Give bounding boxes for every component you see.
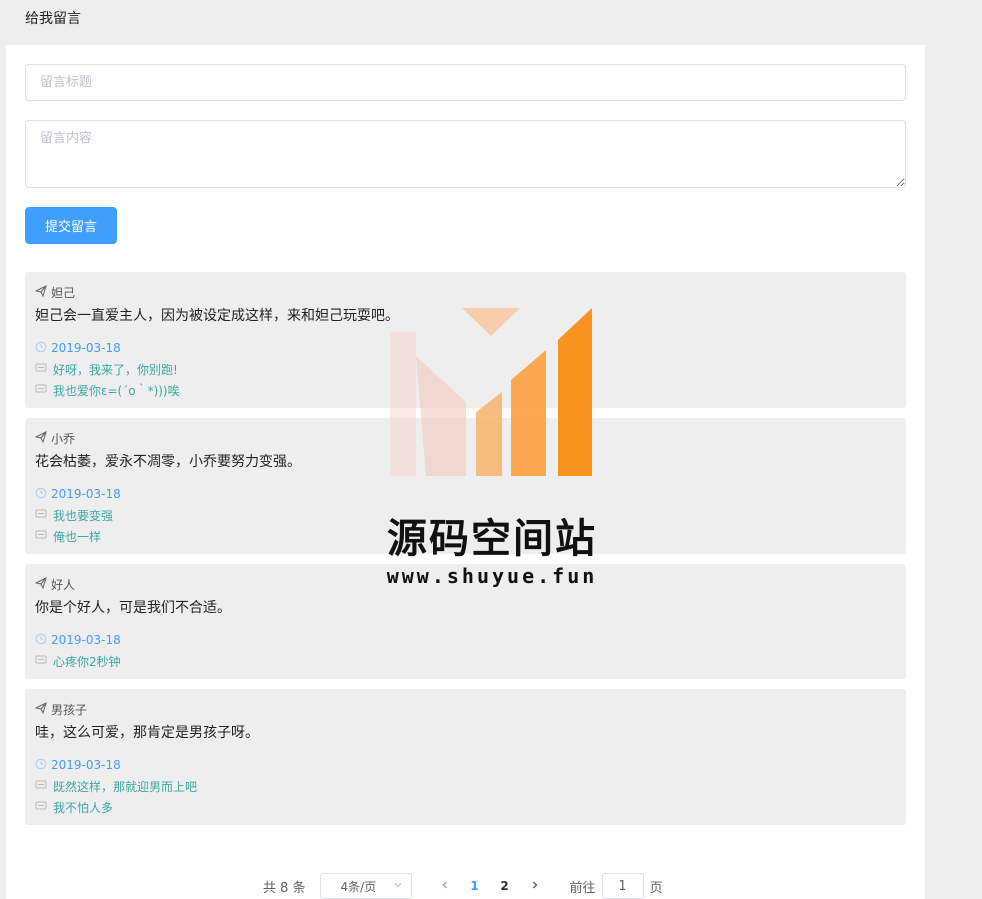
comment-icon — [35, 779, 53, 794]
page-number-2[interactable]: 2 — [490, 879, 520, 893]
message-author: 好人 — [34, 576, 896, 592]
date-text: 2019-03-18 — [51, 341, 121, 355]
date-text: 2019-03-18 — [51, 487, 121, 501]
reply-item: 我也要变强 — [35, 507, 896, 523]
message-content: 妲己会一直爱主人，因为被设定成这样，来和妲己玩耍吧。 — [35, 308, 399, 324]
clock-icon — [35, 633, 51, 648]
reply-item: 心疼你2秒钟 — [35, 653, 896, 669]
reply-text: 我也爱你ε=(´ο｀*)))唉 — [53, 383, 180, 398]
message-author: 小乔 — [34, 430, 896, 446]
chevron-down-icon — [393, 879, 403, 893]
author-name: 男孩子 — [51, 702, 88, 717]
reply-text: 俺也一样 — [53, 529, 102, 544]
message-card: 好人你是个好人，可是我们不合适。 2019-03-18 心疼你2秒钟 — [25, 564, 906, 679]
pagination: 共 8 条 4条/页 1 2 前往 页 — [263, 872, 663, 899]
clock-icon — [35, 487, 51, 502]
title-input[interactable] — [25, 64, 906, 101]
date-text: 2019-03-18 — [51, 633, 121, 647]
message-author: 妲己 — [34, 284, 896, 300]
content-textarea[interactable] — [25, 120, 906, 188]
message-content: 你是个好人，可是我们不合适。 — [35, 600, 231, 616]
author-name: 妲己 — [51, 285, 76, 300]
reply-text: 既然这样，那就迎男而上吧 — [53, 779, 198, 794]
author-name: 小乔 — [51, 431, 76, 446]
message-list: 妲己妲己会一直爱主人，因为被设定成这样，来和妲己玩耍吧。 2019-03-18 好呀… — [25, 272, 906, 835]
reply-text: 我也要变强 — [53, 508, 114, 523]
pagination-total: 共 8 条 — [263, 880, 306, 896]
page-unit-label: 页 — [649, 880, 663, 896]
page-size-label: 4条/页 — [340, 879, 377, 894]
message-date: 2019-03-18 — [35, 486, 896, 502]
message-panel: 提交留言 妲己妲己会一直爱主人，因为被设定成这样，来和妲己玩耍吧。 2019-03… — [6, 45, 925, 899]
message-content: 花会枯萎，爱永不凋零，小乔要努力变强。 — [35, 454, 301, 470]
message-date: 2019-03-18 — [35, 757, 896, 773]
clock-icon — [35, 341, 51, 356]
message-date: 2019-03-18 — [35, 632, 896, 648]
prev-page-button[interactable] — [430, 878, 460, 894]
paper-plane-icon — [34, 430, 51, 446]
comment-icon — [35, 529, 53, 544]
comment-icon — [35, 800, 53, 815]
message-content: 哇，这么可爱，那肯定是男孩子呀。 — [35, 725, 259, 741]
paper-plane-icon — [34, 576, 51, 592]
reply-item: 我不怕人多 — [35, 799, 896, 815]
message-card: 男孩子哇，这么可爱，那肯定是男孩子呀。 2019-03-18 既然这样，那就迎男而上… — [25, 689, 906, 825]
date-text: 2019-03-18 — [51, 758, 121, 772]
reply-text: 我不怕人多 — [53, 800, 114, 815]
reply-text: 好呀，我来了，你别跑! — [53, 362, 178, 377]
reply-item: 既然这样，那就迎男而上吧 — [35, 778, 896, 794]
paper-plane-icon — [34, 284, 51, 300]
chevron-right-icon — [532, 881, 537, 889]
submit-button[interactable]: 提交留言 — [25, 207, 117, 244]
comment-icon — [35, 508, 53, 523]
message-card: 小乔花会枯萎，爱永不凋零，小乔要努力变强。 2019-03-18 我也要变强俺也一样 — [25, 418, 906, 554]
paper-plane-icon — [34, 701, 51, 717]
author-name: 好人 — [51, 577, 76, 592]
next-page-button[interactable] — [520, 878, 550, 894]
page-number-1[interactable]: 1 — [460, 879, 490, 893]
chevron-left-icon — [442, 881, 447, 889]
page-title: 给我留言 — [25, 11, 81, 27]
page-size-select[interactable]: 4条/页 — [319, 873, 412, 899]
comment-icon — [35, 362, 53, 377]
clock-icon — [35, 758, 51, 773]
reply-text: 心疼你2秒钟 — [53, 654, 121, 669]
reply-item: 俺也一样 — [35, 528, 896, 544]
message-author: 男孩子 — [34, 701, 896, 717]
comment-icon — [35, 654, 53, 669]
comment-icon — [35, 383, 53, 398]
message-date: 2019-03-18 — [35, 340, 896, 356]
message-card: 妲己妲己会一直爱主人，因为被设定成这样，来和妲己玩耍吧。 2019-03-18 好呀… — [25, 272, 906, 408]
reply-item: 我也爱你ε=(´ο｀*)))唉 — [35, 382, 896, 398]
goto-label: 前往 — [569, 880, 596, 896]
page-jump-input[interactable] — [601, 873, 644, 899]
reply-item: 好呀，我来了，你别跑! — [35, 361, 896, 377]
